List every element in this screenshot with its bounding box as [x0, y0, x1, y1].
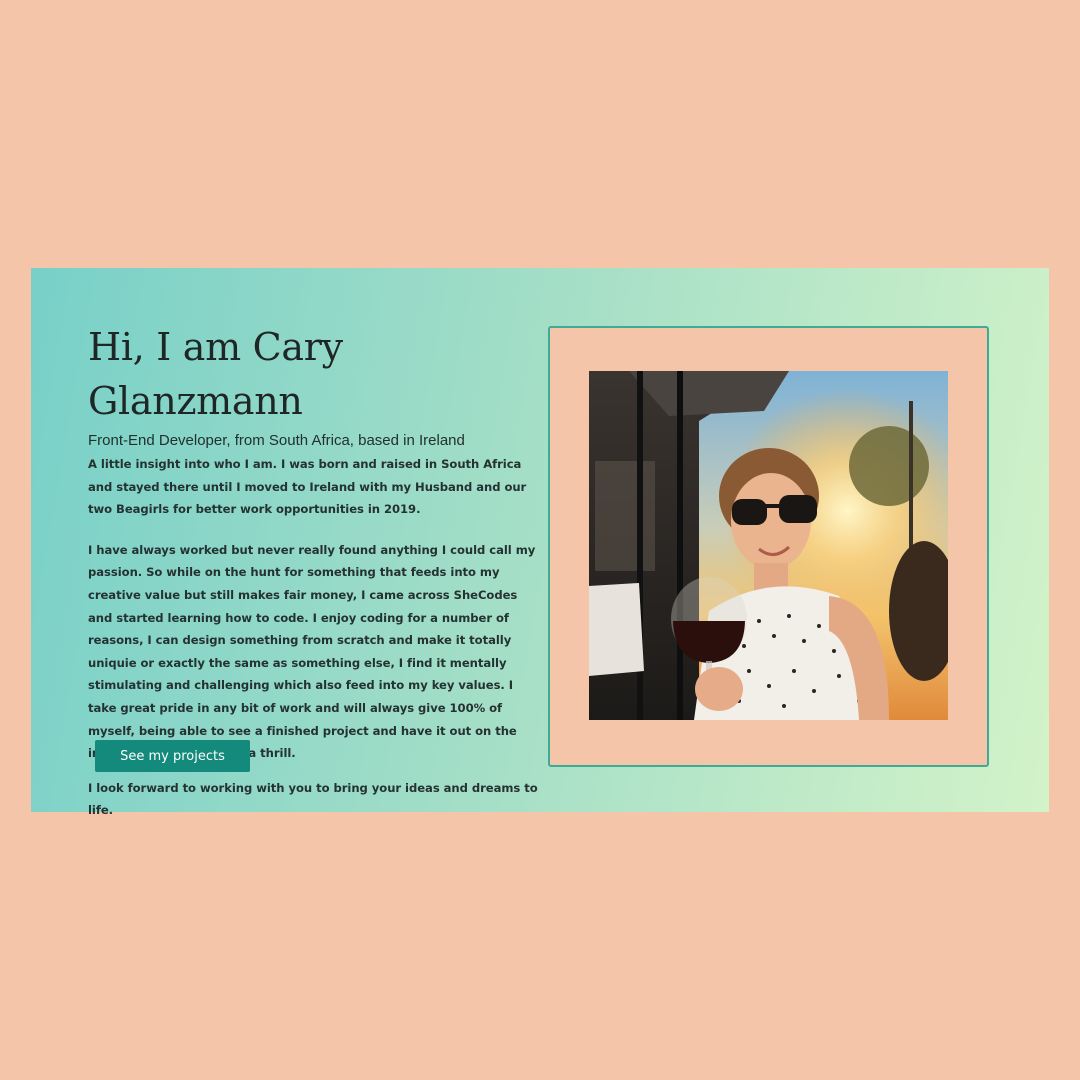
photo-frame: [548, 326, 989, 767]
subtitle: Front-End Developer, from South Africa, …: [88, 432, 465, 449]
page-title: Hi, I am Cary Glanzmann: [88, 325, 343, 423]
see-projects-button[interactable]: See my projects: [95, 740, 250, 772]
bio-paragraph-3: I look forward to working with you to br…: [88, 780, 538, 818]
profile-photo: [589, 371, 948, 720]
bio-paragraph-2: I have always worked but never really fo…: [88, 542, 536, 761]
hero-section: Hi, I am Cary Glanzmann Front-End Develo…: [31, 268, 1049, 817]
bio-paragraph-1: A little insight into who I am. I was bo…: [88, 457, 527, 517]
